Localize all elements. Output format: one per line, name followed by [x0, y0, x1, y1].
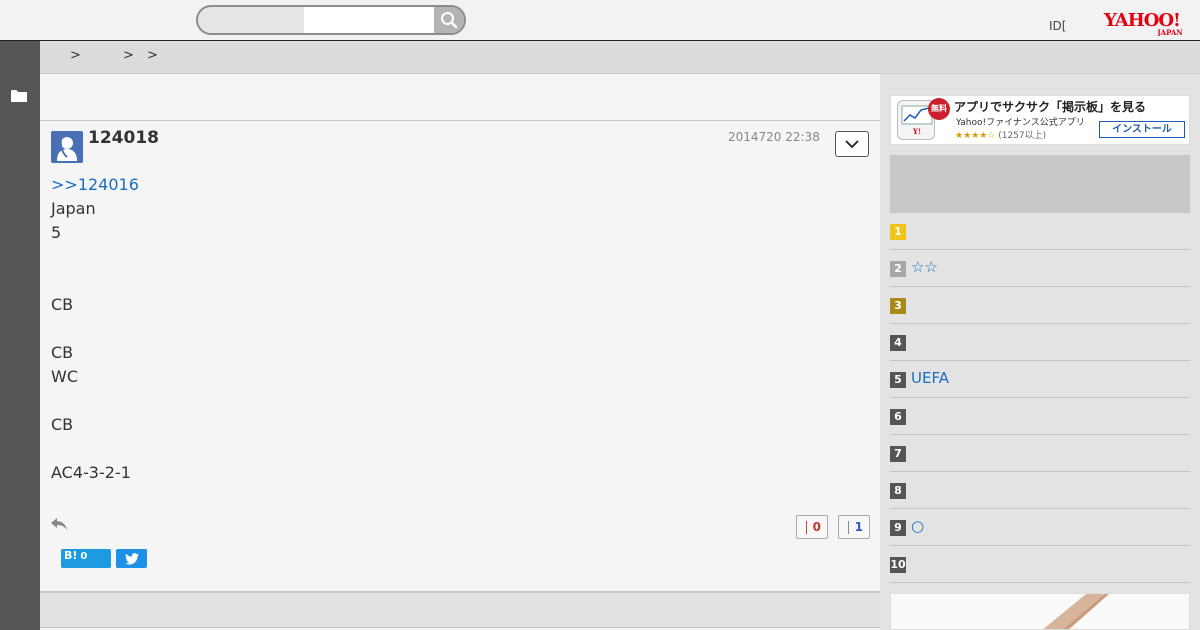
- ranking-item-title[interactable]: UEFA: [911, 369, 949, 387]
- thread-header-area: [40, 74, 880, 121]
- rank-badge: 7: [890, 446, 906, 462]
- good-vote-button[interactable]: 0: [796, 515, 828, 539]
- left-rail: [0, 41, 40, 630]
- post-card: 124018 2014720 22:38 >>124016 Japan 5 CB…: [40, 121, 880, 591]
- hatena-count: 0: [80, 551, 88, 562]
- right-sidebar: Y! 無料 アプリでサクサク「掲示板」を見る Yahoo!ファイナンス公式アプリ…: [880, 74, 1200, 630]
- ranking-item-title[interactable]: ○: [911, 517, 924, 535]
- ranking-item[interactable]: 1: [890, 213, 1190, 250]
- rank-badge: 2: [890, 261, 906, 277]
- ad-placeholder: [890, 155, 1190, 213]
- reply-anchor-line: >>124016: [51, 173, 139, 197]
- ranking-item[interactable]: 6: [890, 398, 1190, 435]
- search-box: [196, 5, 466, 35]
- ranking-item[interactable]: 7: [890, 435, 1190, 472]
- svg-text:Y!: Y!: [912, 127, 921, 136]
- reply-to-link[interactable]: >>124016: [51, 175, 139, 194]
- post-footer-bar: [40, 591, 880, 628]
- ranking-item-title[interactable]: ☆☆: [911, 258, 938, 276]
- install-button[interactable]: インストール: [1099, 121, 1185, 138]
- twitter-bird-icon: [124, 552, 139, 565]
- free-badge: 無料: [928, 98, 950, 120]
- good-vote-count: 0: [812, 520, 821, 534]
- post-menu-button[interactable]: [835, 131, 869, 157]
- breadcrumb-separator: >: [123, 48, 134, 63]
- search-input[interactable]: [304, 7, 434, 33]
- hatena-bookmark-button[interactable]: B! 0: [61, 549, 111, 568]
- search-icon: [441, 12, 458, 29]
- ranking-item[interactable]: 4: [890, 324, 1190, 361]
- rank-badge: 4: [890, 335, 906, 351]
- arm-image: [1043, 594, 1109, 629]
- rank-badge: 5: [890, 372, 906, 388]
- main-content: 124018 2014720 22:38 >>124016 Japan 5 CB…: [40, 74, 880, 630]
- avatar-icon: [57, 137, 77, 161]
- vote-divider: [806, 521, 807, 534]
- vote-divider: [848, 521, 849, 534]
- login-id-label[interactable]: ID[: [1049, 19, 1066, 33]
- rank-badge: 8: [890, 483, 906, 499]
- thumbnail-image[interactable]: [890, 593, 1190, 630]
- ad-title: アプリでサクサク「掲示板」を見る: [954, 100, 1147, 114]
- review-count: (1257以上): [998, 131, 1047, 141]
- post-body-line: CB: [51, 343, 74, 362]
- post-date: 2014720 22:38: [728, 130, 820, 144]
- breadcrumb-separator: >: [147, 48, 158, 63]
- ranking-item[interactable]: 3: [890, 287, 1190, 324]
- ad-subtitle: Yahoo!ファイナンス公式アプリ: [956, 118, 1085, 128]
- top-header: ID[ YAHOO! JAPAN: [0, 0, 1200, 41]
- star-rating: ★★★★☆: [955, 131, 996, 141]
- breadcrumb-separator: >: [70, 48, 81, 63]
- rank-badge: 3: [890, 298, 906, 314]
- ad-rating: ★★★★☆ (1257以上): [955, 128, 1046, 141]
- user-avatar[interactable]: [51, 131, 83, 163]
- ranking-item[interactable]: 8: [890, 472, 1190, 509]
- post-body-line: 5: [51, 223, 62, 242]
- bad-vote-count: 1: [854, 520, 863, 534]
- ranking-item[interactable]: 9 ○: [890, 509, 1190, 546]
- rank-badge: 6: [890, 409, 906, 425]
- post-body-line: CB: [51, 295, 74, 314]
- breadcrumb: > > >: [40, 41, 1200, 74]
- yahoo-japan-logo[interactable]: YAHOO! JAPAN: [1096, 10, 1188, 36]
- rank-badge: 1: [890, 224, 906, 240]
- post-body-line: AC4-3-2-1: [51, 463, 131, 482]
- post-body-line: Japan: [51, 199, 96, 218]
- post-body-line: WC: [51, 367, 78, 386]
- bad-vote-button[interactable]: 1: [838, 515, 870, 539]
- reply-icon[interactable]: [50, 517, 68, 531]
- ranking-item[interactable]: 2 ☆☆: [890, 250, 1190, 287]
- folder-icon[interactable]: [11, 89, 27, 102]
- search-button[interactable]: [434, 7, 464, 33]
- post-body-line: CB: [51, 415, 74, 434]
- app-promo-banner[interactable]: Y! 無料 アプリでサクサク「掲示板」を見る Yahoo!ファイナンス公式アプリ…: [890, 95, 1190, 145]
- post-number[interactable]: 124018: [88, 128, 159, 148]
- ranking-item[interactable]: 5 UEFA: [890, 361, 1190, 398]
- chevron-down-icon: [845, 139, 859, 148]
- rank-badge: 10: [890, 557, 906, 573]
- rank-badge: 9: [890, 520, 906, 536]
- tweet-button[interactable]: [116, 549, 147, 568]
- hatena-label: B!: [64, 549, 78, 562]
- ranking-item[interactable]: 10: [890, 546, 1190, 583]
- logo-sub-text: JAPAN: [1156, 28, 1183, 36]
